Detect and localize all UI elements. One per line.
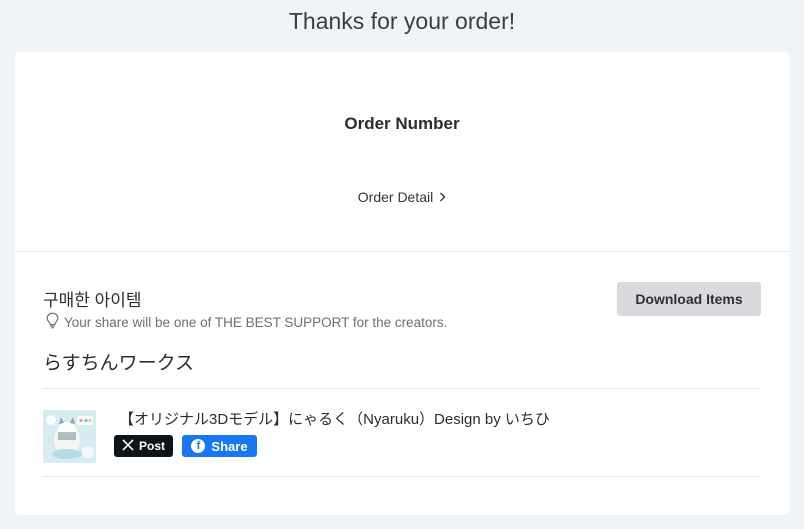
x-logo-icon: [122, 438, 134, 454]
product-thumbnail[interactable]: [43, 410, 96, 463]
order-number-heading: Order Number: [344, 114, 460, 133]
facebook-share-label: Share: [211, 438, 248, 454]
chevron-right-icon: [439, 190, 446, 205]
x-post-label: Post: [138, 439, 165, 453]
share-note-text: Your share will be one of THE BEST SUPPO…: [64, 314, 448, 330]
divider-bottom: [42, 476, 761, 477]
lightbulb-icon: [45, 312, 60, 332]
page-title: Thanks for your order!: [288, 8, 516, 34]
facebook-share-button[interactable]: f Share: [182, 435, 257, 457]
order-detail-label: Order Detail: [357, 189, 434, 205]
order-detail-link[interactable]: Order Detail: [15, 189, 789, 205]
download-items-button[interactable]: Download Items: [617, 282, 761, 316]
shop-name[interactable]: らすちんワークス: [43, 348, 194, 375]
order-summary-section: Order Number Order Detail: [15, 52, 789, 252]
facebook-logo-icon: f: [191, 439, 206, 453]
item-title[interactable]: 【オリジナル3Dモデル】にゃるく（Nyaruku）Design by いちひ: [119, 408, 550, 429]
purchased-items-title: 구매한 아이템: [43, 291, 142, 310]
x-post-button[interactable]: Post: [114, 435, 173, 457]
share-note: Your share will be one of THE BEST SUPPO…: [45, 312, 447, 332]
order-card: Order Number Order Detail 구매한 아이템 Your s…: [15, 52, 789, 515]
divider-top: [42, 388, 761, 389]
